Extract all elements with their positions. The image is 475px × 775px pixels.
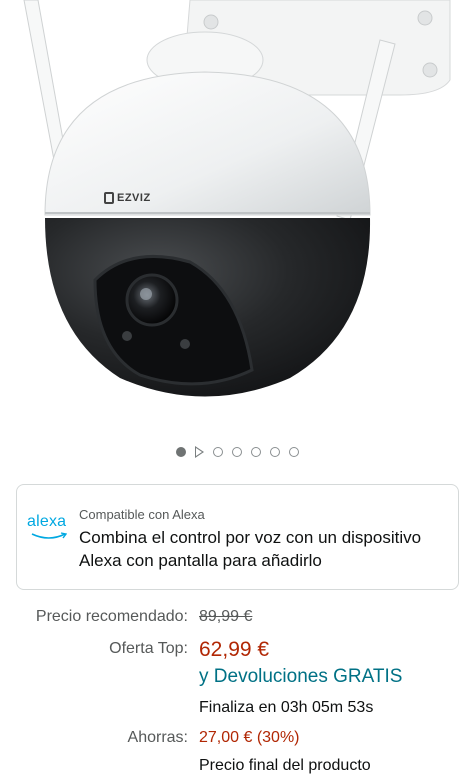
alexa-compat-label: Compatible con Alexa	[79, 507, 205, 522]
carousel-dot-3[interactable]	[213, 447, 223, 457]
play-icon[interactable]	[195, 446, 204, 458]
ezviz-mark-icon	[104, 192, 114, 204]
brand-logo: EZVIZ	[104, 192, 151, 204]
recommended-price-value: 89,99 €	[199, 608, 253, 625]
camera-illustration	[23, 0, 451, 397]
image-carousel-dots[interactable]	[0, 446, 475, 458]
alexa-description: Combina el control por voz con un dispos…	[79, 528, 422, 570]
brand-logo-text: EZVIZ	[117, 192, 151, 204]
deal-ends-text: Finaliza en 03h 05m 53s	[199, 699, 374, 716]
recommended-price-label: Precio recomendado:	[35, 608, 188, 625]
alexa-compatibility-card[interactable]: alexa Compatible con Alexa Combina el co…	[16, 484, 459, 590]
carousel-dot-5[interactable]	[251, 447, 261, 457]
offer-label: Oferta Top:	[109, 640, 188, 657]
alexa-logo-text: alexa	[27, 513, 67, 530]
offer-price-value: 62,99 €	[199, 638, 270, 661]
savings-label: Ahorras:	[127, 729, 188, 746]
carousel-dot-7[interactable]	[289, 447, 299, 457]
alexa-logo: alexa	[27, 513, 73, 543]
free-returns-link[interactable]: y Devoluciones GRATIS	[199, 666, 402, 688]
carousel-dot-4[interactable]	[232, 447, 242, 457]
carousel-dot-6[interactable]	[270, 447, 280, 457]
savings-value: 27,00 € (30%)	[199, 729, 300, 746]
carousel-dot-1[interactable]	[176, 447, 186, 457]
final-price-text: Precio final del producto	[199, 757, 371, 774]
alexa-smile-icon	[31, 532, 67, 539]
product-image[interactable]: EZVIZ	[0, 0, 475, 430]
